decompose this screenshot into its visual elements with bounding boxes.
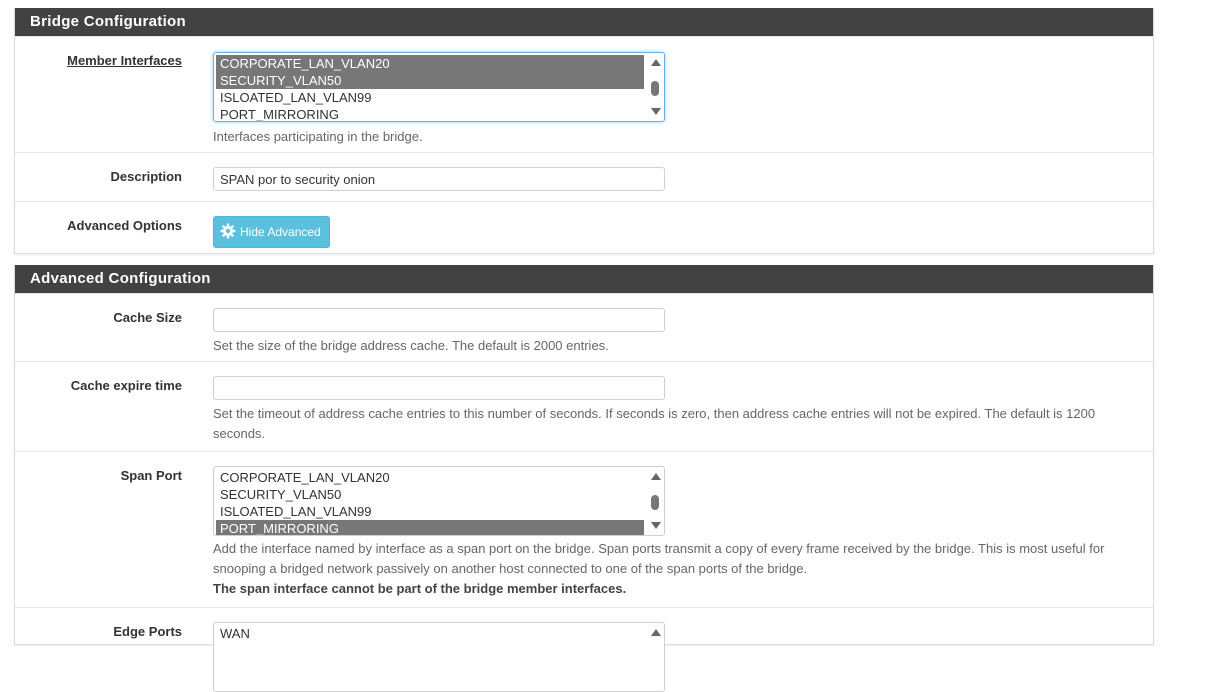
cache-size-row: Cache Size Set the size of the bridge ad… xyxy=(15,293,1153,361)
advanced-options-row: Advanced Options Hide Advanced xyxy=(15,201,1153,254)
scroll-up-arrow-icon[interactable] xyxy=(651,59,661,66)
member-interface-option[interactable]: SECURITY_VLAN50 xyxy=(216,72,644,89)
cache-expire-help: Set the timeout of address cache entries… xyxy=(213,406,1096,441)
member-interfaces-help: Interfaces participating in the bridge. xyxy=(213,129,423,144)
hide-advanced-button[interactable]: Hide Advanced xyxy=(213,216,330,248)
bridge-configuration-heading: Bridge Configuration xyxy=(15,8,1153,36)
description-field xyxy=(213,167,665,191)
cache-expire-row: Cache expire time Set the timeout of add… xyxy=(15,361,1153,451)
description-label: Description xyxy=(110,169,182,184)
member-interface-option[interactable]: ISLOATED_LAN_VLAN99 xyxy=(216,89,644,106)
cache-size-help: Set the size of the bridge address cache… xyxy=(213,338,609,353)
span-port-option[interactable]: CORPORATE_LAN_VLAN20 xyxy=(216,469,644,486)
listbox-scrollbar[interactable] xyxy=(646,623,664,691)
scroll-up-arrow-icon[interactable] xyxy=(651,629,661,636)
span-port-label: Span Port xyxy=(120,468,182,483)
cache-size-label: Cache Size xyxy=(113,310,182,325)
description-row: Description xyxy=(15,152,1153,201)
span-port-listbox[interactable]: CORPORATE_LAN_VLAN20 SECURITY_VLAN50 ISL… xyxy=(213,466,665,536)
span-port-field: CORPORATE_LAN_VLAN20 SECURITY_VLAN50 ISL… xyxy=(213,466,1138,599)
member-interfaces-field: CORPORATE_LAN_VLAN20 SECURITY_VLAN50 ISL… xyxy=(213,52,1138,147)
hide-advanced-label: Hide Advanced xyxy=(240,225,321,239)
span-port-help: Add the interface named by interface as … xyxy=(213,539,1138,599)
scroll-up-arrow-icon[interactable] xyxy=(651,473,661,480)
span-port-option[interactable]: PORT_MIRRORING xyxy=(216,520,644,535)
advanced-configuration-panel: Advanced Configuration Cache Size Set th… xyxy=(14,265,1154,692)
advanced-options-label: Advanced Options xyxy=(67,218,182,233)
scroll-down-arrow-icon[interactable] xyxy=(651,108,661,115)
cache-size-field: Set the size of the bridge address cache… xyxy=(213,308,1138,356)
edge-ports-field: WAN xyxy=(213,622,665,692)
gear-icon xyxy=(220,223,236,242)
description-input[interactable] xyxy=(213,167,665,191)
cache-expire-input[interactable] xyxy=(213,376,665,400)
advanced-configuration-heading: Advanced Configuration xyxy=(15,265,1153,293)
span-port-warning: The span interface cannot be part of the… xyxy=(213,581,627,596)
scroll-thumb[interactable] xyxy=(651,495,659,510)
member-interfaces-listbox[interactable]: CORPORATE_LAN_VLAN20 SECURITY_VLAN50 ISL… xyxy=(213,52,665,122)
cache-size-input[interactable] xyxy=(213,308,665,332)
advanced-options-field: Hide Advanced xyxy=(213,216,330,248)
member-interfaces-row: Member Interfaces CORPORATE_LAN_VLAN20 S… xyxy=(15,36,1153,152)
member-interface-option[interactable]: CORPORATE_LAN_VLAN20 xyxy=(216,55,644,72)
listbox-scrollbar[interactable] xyxy=(646,53,664,121)
edge-ports-listbox[interactable]: WAN xyxy=(213,622,665,692)
cache-expire-field: Set the timeout of address cache entries… xyxy=(213,376,1138,444)
span-port-option[interactable]: SECURITY_VLAN50 xyxy=(216,486,644,503)
cache-expire-label: Cache expire time xyxy=(70,378,182,393)
scroll-down-arrow-icon[interactable] xyxy=(651,522,661,529)
span-port-help-text: Add the interface named by interface as … xyxy=(213,541,1105,576)
edge-ports-row: Edge Ports WAN xyxy=(15,607,1153,692)
scroll-thumb[interactable] xyxy=(651,81,659,96)
listbox-scrollbar[interactable] xyxy=(646,467,664,535)
edge-ports-label: Edge Ports xyxy=(113,624,182,639)
member-interfaces-label: Member Interfaces xyxy=(67,53,182,68)
span-port-option[interactable]: ISLOATED_LAN_VLAN99 xyxy=(216,503,644,520)
member-interface-option[interactable]: PORT_MIRRORING xyxy=(216,106,644,121)
span-port-row: Span Port CORPORATE_LAN_VLAN20 SECURITY_… xyxy=(15,451,1153,607)
bridge-configuration-panel: Bridge Configuration Member Interfaces C… xyxy=(14,8,1154,254)
